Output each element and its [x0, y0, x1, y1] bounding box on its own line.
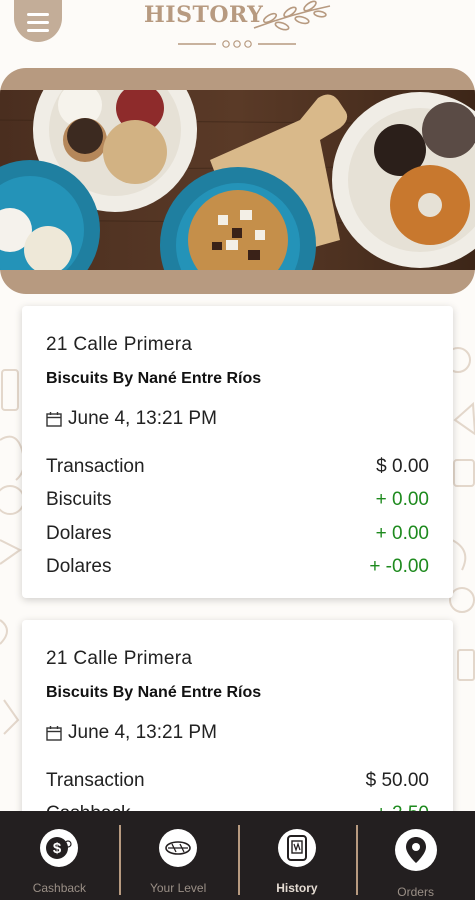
row-label: Biscuits — [46, 489, 112, 511]
nav-icon-circle — [277, 829, 316, 867]
row-label: Transaction — [46, 769, 145, 791]
nav-label: Orders — [397, 885, 434, 899]
store-name: Biscuits By Nané Entre Ríos — [46, 684, 262, 701]
nav-icon-circle — [159, 829, 198, 867]
nav-label: Your Level — [149, 881, 207, 895]
store-address: 21 Calle Primera — [46, 648, 193, 669]
calendar-icon — [46, 412, 62, 427]
row-value: + 0.00 — [375, 489, 429, 511]
transaction-date: June 4, 13:21 PM — [46, 722, 429, 744]
hamburger-menu-icon — [27, 12, 49, 16]
nav-icon-circle — [394, 829, 437, 871]
row-value: $ 50.00 — [365, 769, 429, 791]
olive-branch-icon — [253, 0, 331, 31]
transaction-date: June 4, 13:21 PM — [46, 408, 429, 430]
hero-banner — [0, 68, 475, 294]
transaction-row: Biscuits + 0.00 — [46, 484, 429, 518]
nav-label: Cashback — [32, 881, 87, 895]
level-badge-icon — [165, 841, 191, 855]
row-label: Dolares — [46, 522, 112, 544]
page-title: HISTORY — [144, 2, 264, 28]
history-tablet-icon — [286, 835, 307, 861]
brand-logo: HISTORY — [140, 0, 340, 52]
transaction-row: Dolares + -0.00 — [46, 551, 429, 585]
hamburger-bar — [27, 28, 49, 32]
nav-your-level[interactable]: Your Level — [118, 811, 238, 900]
map-pin-icon — [405, 837, 426, 863]
transaction-rows: Transaction $ 0.00 Biscuits + 0.00 Dolar… — [46, 450, 429, 584]
cookies-on-plates-photo — [0, 90, 475, 270]
row-value: + -0.00 — [369, 556, 429, 578]
store-address: 21 Calle Primera — [46, 334, 193, 355]
transaction-row: Transaction $ 0.00 — [46, 450, 429, 484]
transaction-row: Dolares + 0.00 — [46, 517, 429, 551]
nav-history[interactable]: History — [237, 811, 357, 900]
transaction-date-text: June 4, 13:21 PM — [68, 722, 217, 743]
app-header: HISTORY — [0, 0, 475, 62]
store-name: Biscuits By Nané Entre Ríos — [46, 370, 262, 387]
row-label: Dolares — [46, 556, 112, 578]
dollar-coin-icon: $ — [46, 837, 72, 859]
brand-divider — [178, 40, 296, 48]
transaction-row: Transaction $ 50.00 — [46, 764, 429, 798]
nav-cashback[interactable]: $ Cashback — [0, 811, 119, 900]
row-value: + 0.00 — [375, 522, 429, 544]
transaction-date-text: June 4, 13:21 PM — [68, 408, 217, 429]
hamburger-bar — [27, 20, 49, 24]
nav-icon-circle: $ — [40, 829, 79, 867]
transaction-card[interactable]: 21 Calle Primera Biscuits By Nané Entre … — [22, 306, 453, 598]
row-value: $ 0.00 — [376, 455, 429, 477]
transaction-card[interactable]: 21 Calle Primera Biscuits By Nané Entre … — [22, 620, 453, 840]
nav-orders[interactable]: Orders — [356, 811, 475, 900]
nav-label: History — [276, 881, 318, 895]
calendar-icon — [46, 726, 62, 741]
bottom-navigation: $ Cashback Your Level History Orders — [0, 811, 475, 900]
svg-text:$: $ — [53, 840, 62, 857]
row-label: Transaction — [46, 455, 145, 477]
menu-button[interactable] — [14, 0, 62, 42]
